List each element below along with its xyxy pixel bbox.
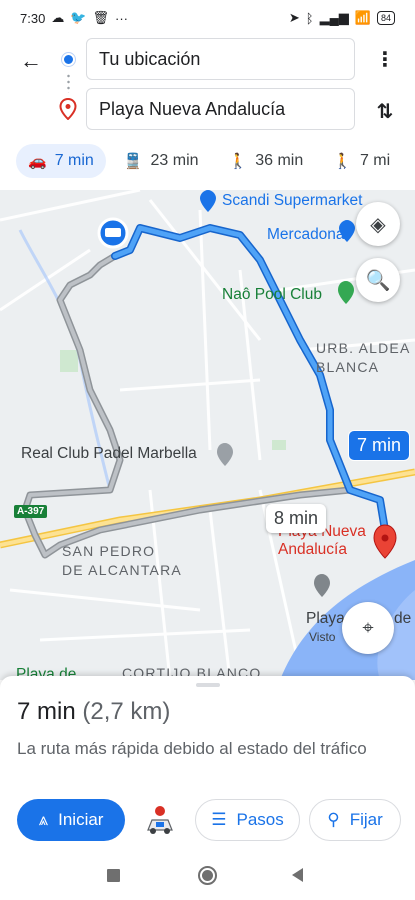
- area-aldea-line1: URB. ALDEA: [316, 340, 411, 356]
- search-icon: 🔍: [365, 269, 391, 292]
- steps-button[interactable]: ☰ Pasos: [195, 799, 300, 841]
- more-options-button[interactable]: ⋮: [370, 44, 400, 74]
- origin-field[interactable]: Tu ubicación: [86, 38, 355, 80]
- more-dots-icon: ···: [115, 10, 129, 26]
- driving-avatar-icon[interactable]: [138, 798, 182, 842]
- route-alt-time[interactable]: 8 min: [266, 504, 327, 533]
- area-san-pedro-line2: DE ALCANTARA: [62, 562, 182, 578]
- start-label: Iniciar: [58, 810, 104, 829]
- walk-icon: 🚶: [228, 153, 248, 170]
- cloud-icon: ☁: [51, 10, 65, 25]
- sheet-actions: ⩓ Iniciar ☰ Pasos ⚲ Fijar: [17, 798, 401, 842]
- destination-pin-icon: [59, 98, 77, 120]
- area-aldea-blanca: URB. ALDEA BLANCA: [316, 339, 410, 377]
- area-san-pedro-line1: SAN PEDRO: [62, 543, 156, 559]
- start-button[interactable]: ⩓ Iniciar: [17, 799, 125, 841]
- navigation-icon: ➤: [288, 10, 300, 25]
- map-view[interactable]: Scandi Supermarket Mercadona Naô Pool Cl…: [0, 190, 415, 680]
- pin-label: Fijar: [349, 810, 383, 829]
- navigation-arrow-icon: ⩓: [38, 810, 49, 829]
- area-aldea-line2: BLANCA: [316, 359, 380, 375]
- ride-icon: 🚶: [333, 153, 352, 170]
- route-description: La ruta más rápida debido al estado del …: [17, 739, 367, 758]
- directions-header: ← Tu ubicación Playa Nueva Andalucía ⋮ ⇅: [0, 36, 415, 134]
- place-naopool[interactable]: Naô Pool Club: [222, 286, 322, 304]
- route-summary: 7 min (2,7 km): [17, 698, 170, 726]
- status-bar: 7:30 ☁ 🐦 🗑 ··· ➤ ᛒ ▂▄▆ 📶 84: [0, 0, 415, 36]
- mode-ride-label: 7 mi: [359, 152, 391, 169]
- road-shield-a397: A-397: [14, 505, 48, 518]
- twitter-icon: 🐦: [70, 10, 87, 25]
- route-duration: 7 min: [17, 698, 76, 725]
- route-primary-time[interactable]: 7 min: [348, 430, 411, 461]
- place-playa-partial-right[interactable]: de: [394, 610, 411, 628]
- mode-ride-tab[interactable]: 🚶 7 mi: [321, 144, 402, 178]
- place-visto-partial[interactable]: Visto: [309, 630, 335, 644]
- wifi-icon: 📶: [354, 10, 371, 25]
- layers-button[interactable]: ◈: [356, 202, 400, 246]
- my-location-icon: ⌖: [362, 616, 374, 639]
- more-vert-icon: ⋮: [375, 48, 395, 71]
- layers-icon: ◈: [370, 213, 386, 236]
- back-button[interactable]: ←: [16, 46, 46, 76]
- destination-field[interactable]: Playa Nueva Andalucía: [86, 88, 355, 130]
- status-left: 7:30 ☁ 🐦 🗑 ···: [20, 10, 128, 26]
- pin-button[interactable]: ⚲ Fijar: [309, 799, 401, 841]
- signal-icon: ▂▄▆: [319, 10, 349, 25]
- area-san-pedro: SAN PEDRO DE ALCANTARA: [62, 542, 182, 580]
- map-search-button[interactable]: 🔍: [356, 258, 400, 302]
- mode-walk-tab[interactable]: 🚶 36 min: [217, 144, 316, 178]
- place-padel[interactable]: Real Club Padel Marbella: [21, 445, 197, 463]
- car-avatar-icon: [147, 806, 173, 834]
- mode-drive-tab[interactable]: 🚗 7 min: [16, 144, 106, 178]
- bluetooth-icon: ᛒ: [305, 10, 314, 26]
- mode-transit-label: 23 min: [150, 152, 199, 169]
- arrow-back-icon: ←: [20, 48, 42, 73]
- place-mercadona[interactable]: Mercadona: [267, 226, 345, 244]
- place-scandi[interactable]: Scandi Supermarket: [222, 192, 362, 210]
- system-back-button[interactable]: [292, 868, 303, 882]
- mode-walk-label: 36 min: [255, 152, 304, 169]
- my-location-button[interactable]: ⌖: [342, 602, 394, 654]
- route-connector-dots: [67, 73, 70, 93]
- destination-line2: Andalucía: [278, 541, 347, 558]
- home-button[interactable]: [198, 866, 217, 885]
- route-summary-sheet[interactable]: 7 min (2,7 km) La ruta más rápida debido…: [0, 676, 415, 854]
- sheet-drag-handle[interactable]: [196, 683, 220, 687]
- recent-apps-button[interactable]: [107, 869, 120, 882]
- car-icon: 🚗: [28, 153, 47, 170]
- steps-label: Pasos: [236, 810, 284, 829]
- swap-vert-icon: ⇅: [376, 100, 394, 123]
- place-playa-partial[interactable]: Playa: [306, 610, 345, 628]
- battery-indicator: 84: [376, 11, 395, 25]
- mode-drive-label: 7 min: [54, 152, 94, 169]
- origin-dot-icon: [62, 53, 75, 66]
- mode-transit-tab[interactable]: 🚆 23 min: [112, 144, 211, 178]
- pin-icon: ⚲: [327, 810, 340, 829]
- status-right: ➤ ᛒ ▂▄▆ 📶 84: [289, 10, 395, 26]
- trash-icon: 🗑: [92, 10, 110, 25]
- status-time: 7:30: [20, 10, 46, 26]
- travel-modes: 🚗 7 min 🚆 23 min 🚶 36 min 🚶 7 mi: [0, 134, 415, 188]
- transit-icon: 🚆: [123, 153, 143, 170]
- system-nav-bar: [0, 854, 415, 900]
- route-distance: (2,7 km): [82, 698, 171, 725]
- swap-button[interactable]: ⇅: [368, 94, 402, 128]
- list-icon: ☰: [211, 810, 227, 829]
